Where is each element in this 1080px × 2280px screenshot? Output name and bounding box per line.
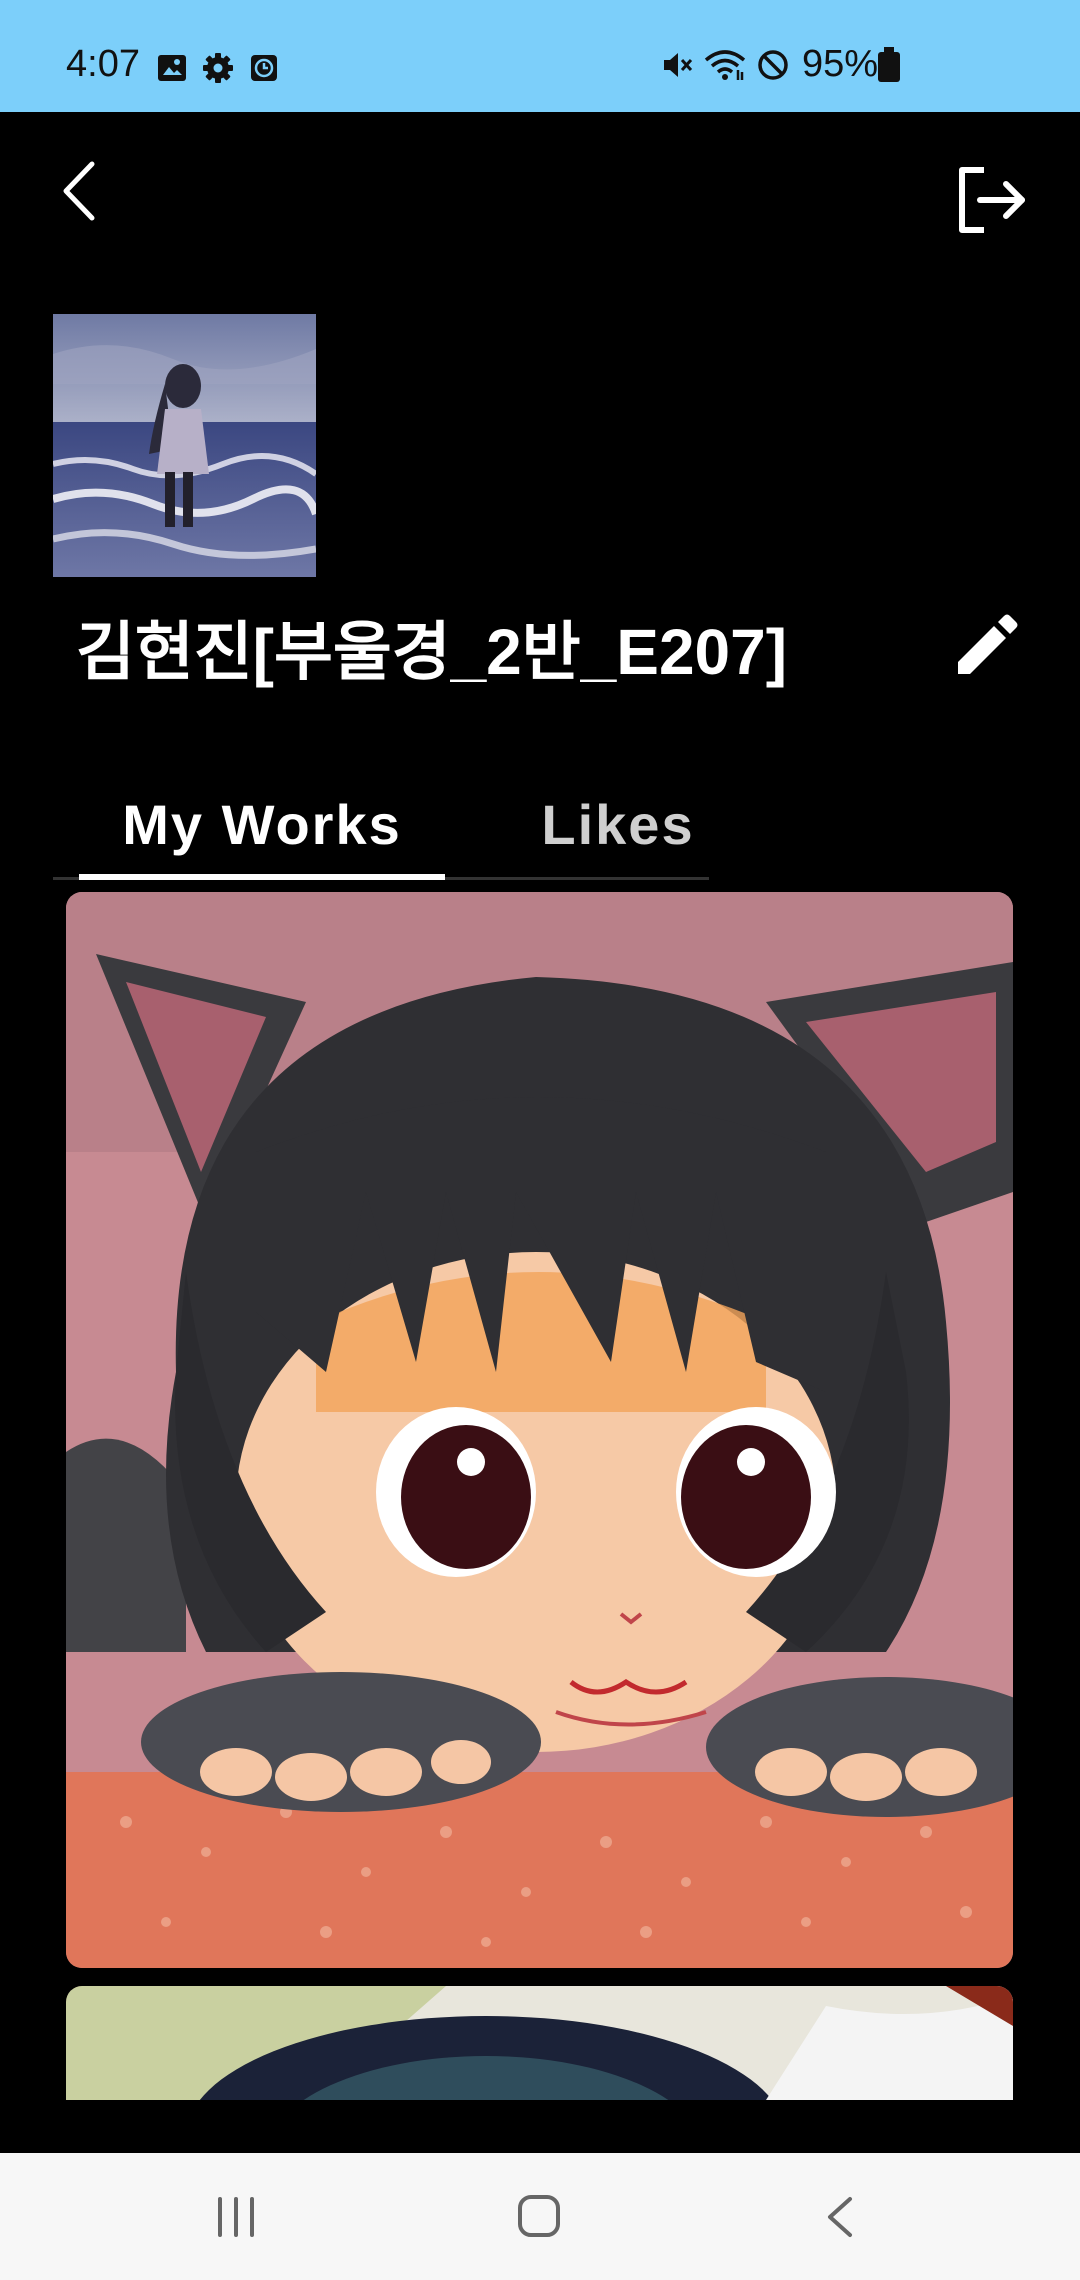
tab-likes[interactable]: Likes	[445, 768, 791, 880]
top-app-bar	[0, 112, 1080, 272]
work-card[interactable]	[66, 1986, 1013, 2100]
profile-avatar[interactable]	[53, 314, 316, 577]
battery-icon	[878, 47, 900, 82]
tab-my-works[interactable]: My Works	[79, 768, 445, 880]
battery-percentage: 95%	[802, 43, 879, 85]
tab-selected-indicator	[79, 874, 445, 880]
work-card[interactable]	[66, 892, 1013, 1968]
gallery-icon	[158, 55, 186, 81]
mute-icon	[664, 53, 693, 77]
recent-apps-icon[interactable]	[214, 2195, 258, 2239]
settings-gear-icon	[203, 53, 233, 83]
pencil-icon[interactable]	[948, 610, 1022, 684]
profile-username: 김현진[부울경_2반_E207]	[76, 616, 788, 688]
back-icon[interactable]	[822, 2193, 858, 2241]
home-icon[interactable]	[516, 2193, 562, 2239]
logout-icon[interactable]	[950, 160, 1030, 240]
clock-app-icon	[251, 55, 277, 81]
work-image-cat-girl	[66, 892, 1013, 1968]
do-not-disturb-icon	[758, 50, 788, 80]
status-notification-icons	[156, 52, 280, 84]
chevron-left-icon[interactable]	[52, 156, 112, 226]
avatar-image	[53, 314, 316, 577]
status-bar: 4:07 95%	[0, 0, 1080, 112]
work-image-partial	[66, 1986, 1013, 2100]
status-time: 4:07	[66, 43, 140, 85]
wifi-icon	[704, 50, 746, 80]
profile-tabs: My Works Likes	[53, 768, 709, 880]
system-navigation-bar	[0, 2153, 1080, 2280]
status-system-icons	[660, 48, 790, 82]
